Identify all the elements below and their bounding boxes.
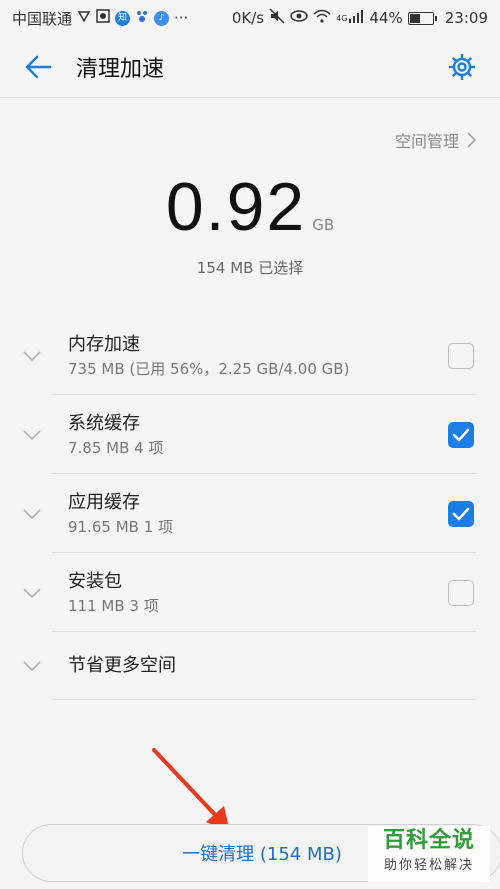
checkbox-system-cache[interactable] [448,421,474,448]
annotation-arrow-icon [152,748,230,832]
item-subtitle: 91.65 MB 1 项 [68,517,174,536]
zhihu-icon: 知 [115,10,131,26]
status-right: 0K/s 4G 44% 23:09 [232,8,488,28]
network-type: 4G [336,14,348,23]
baidu-icon [135,9,149,27]
list-item-save-more-space[interactable]: 节省更多空间 [0,632,500,700]
signal-icon [348,9,364,27]
music-icon: ♪ [154,10,170,26]
page-title: 清理加速 [76,56,165,82]
item-title: 系统缓存 [68,412,140,434]
size-unit: GB [312,216,335,234]
eye-comfort-icon [290,9,308,27]
battery-icon [407,11,437,25]
watermark-title: 百科全说 [382,828,475,853]
checkbox-app-cache[interactable] [448,500,474,527]
clock: 23:09 [444,9,488,27]
item-title: 内存加速 [68,333,140,355]
checkmark-icon [452,507,470,520]
checkbox-memory-boost[interactable] [448,342,474,369]
item-title: 应用缓存 [68,491,140,513]
chevron-down-icon [23,508,41,519]
gallery-icon [96,9,110,27]
watermark-subtitle: 助你轻松解决 [383,858,474,873]
checkmark-icon [452,428,470,441]
chevron-down-icon [23,350,41,361]
cleanable-size: 0.92 GB [0,168,500,246]
battery-percent: 44% [369,9,403,27]
gear-icon [449,53,475,80]
watermark: 百科全说 助你轻松解决 [368,826,490,882]
list-item-system-cache[interactable]: 系统缓存 7.85 MB 4 项 [0,395,500,474]
selected-size: 154 MB 已选择 [196,259,304,277]
back-arrow-icon [25,55,52,78]
list-item-app-cache[interactable]: 应用缓存 91.65 MB 1 项 [0,474,500,553]
status-bar: 中国联通 知 ♪ ··· 0K/s 4G 44% 23:09 [0,0,500,36]
network-speed: 0K/s [231,9,265,27]
title-bar: 清理加速 [0,36,500,98]
item-subtitle: 7.85 MB 4 项 [68,438,164,457]
notification-icon [77,9,91,27]
chevron-down-icon [23,661,41,671]
mute-icon [269,8,285,28]
space-management-label: 空间管理 [394,132,459,151]
space-management-link[interactable]: 空间管理 [395,128,476,152]
more-notifications-icon: ··· [174,9,189,27]
item-subtitle: 111 MB 3 项 [68,596,159,615]
chevron-down-icon [23,587,41,598]
back-button[interactable] [0,36,76,98]
size-value: 0.92 [165,169,307,245]
wifi-icon [313,9,331,27]
cleanup-list: 内存加速 735 MB (已用 56%，2.25 GB/4.00 GB) 系统缓… [0,316,500,700]
list-item-memory-boost[interactable]: 内存加速 735 MB (已用 56%，2.25 GB/4.00 GB) [0,316,500,395]
item-title: 安装包 [68,570,122,592]
status-left: 中国联通 知 ♪ ··· [12,8,188,29]
list-item-install-packages[interactable]: 安装包 111 MB 3 项 [0,553,500,632]
carrier-name: 中国联通 [12,9,73,28]
chevron-right-icon [467,132,476,148]
chevron-down-icon [23,429,41,440]
checkbox-install-packages[interactable] [448,579,474,606]
item-title: 节省更多空间 [68,655,176,676]
item-subtitle: 735 MB (已用 56%，2.25 GB/4.00 GB) [68,359,350,378]
settings-button[interactable] [424,36,500,98]
